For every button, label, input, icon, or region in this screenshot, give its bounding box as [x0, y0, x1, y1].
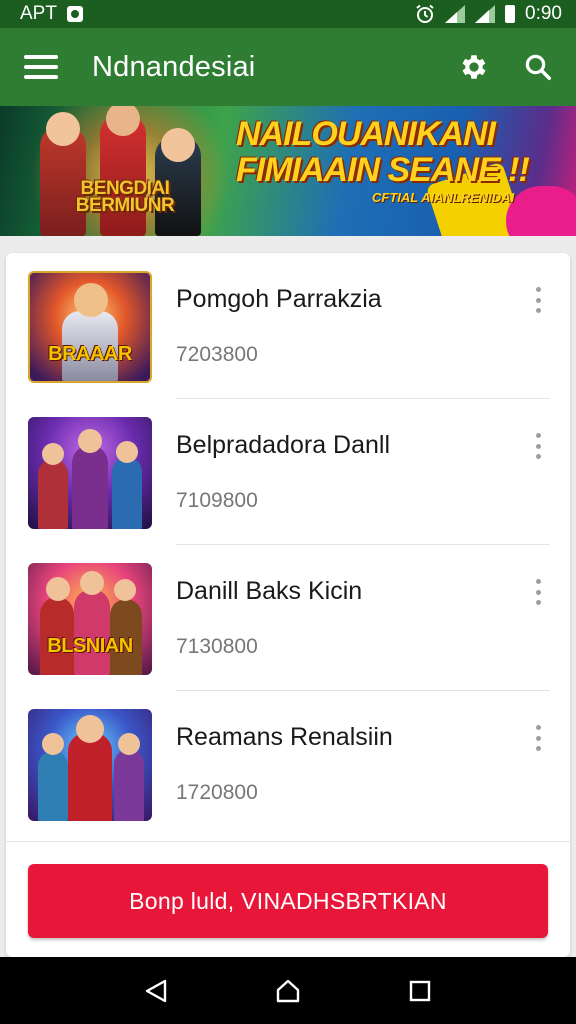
search-icon	[525, 54, 551, 80]
recents-button[interactable]	[400, 971, 440, 1011]
item-title: Belpradadora Danll	[176, 431, 391, 459]
back-button[interactable]	[136, 971, 176, 1011]
banner-decoration	[506, 186, 576, 236]
thumbnail-logo: BRAAAR	[48, 343, 132, 365]
item-subtitle: 7109800	[176, 489, 258, 512]
game-thumbnail	[28, 417, 152, 529]
banner-headline: NAILOUANIKANI FIMIAAIN SEANE !!	[236, 115, 530, 189]
primary-action-button[interactable]: Bonp luld, VINADHSBRTKIAN	[28, 864, 548, 938]
game-thumbnail	[28, 709, 152, 821]
carrier-label: APT	[20, 3, 57, 24]
item-title: Pomgoh Parrakzia	[176, 285, 382, 313]
search-button[interactable]	[520, 49, 556, 85]
status-left: APT	[20, 3, 83, 25]
item-subtitle: 1720800	[176, 781, 258, 804]
list-item[interactable]: Reamans Renalsiin 1720800	[6, 691, 570, 837]
recents-icon	[409, 980, 431, 1001]
navigation-bar	[0, 957, 576, 1024]
game-thumbnail: BLSNIAN	[28, 563, 152, 675]
app-bar: Ndnandesiai	[0, 28, 576, 106]
banner-character-head	[46, 112, 80, 146]
app-bar-actions	[456, 49, 556, 85]
list-item[interactable]: BRAAAR Pomgoh Parrakzia 7203800	[6, 253, 570, 399]
thumbnail-logo: BLSNIAN	[47, 635, 133, 657]
settings-button[interactable]	[456, 49, 492, 85]
list-item[interactable]: BLSNIAN Danill Baks Kicin 7130800	[6, 545, 570, 691]
app-notification-icon	[66, 6, 83, 22]
signal-icon	[445, 5, 466, 23]
game-list-card: BRAAAR Pomgoh Parrakzia 7203800 Belprada…	[6, 253, 570, 957]
banner-character-head	[161, 128, 195, 162]
battery-icon	[505, 5, 516, 23]
item-title: Danill Baks Kicin	[176, 577, 363, 605]
clock: 0:90	[525, 3, 562, 24]
back-icon	[145, 979, 167, 1002]
home-button[interactable]	[268, 971, 308, 1011]
item-subtitle: 7203800	[176, 343, 258, 366]
menu-icon[interactable]	[24, 50, 58, 84]
app-title: Ndnandesiai	[92, 50, 256, 83]
banner-subtext: CFTIAL AIANLRENIDAI	[372, 190, 515, 205]
divider	[6, 841, 570, 842]
status-bar: APT 0:90	[0, 0, 576, 28]
alarm-icon	[416, 4, 434, 23]
banner-logo: BENGDIAI BERMIUNR	[75, 178, 175, 216]
promo-banner[interactable]: BENGDIAI BERMIUNR NAILOUANIKANI FIMIAAIN…	[0, 106, 576, 236]
item-subtitle: 7130800	[176, 635, 258, 658]
settings-icon	[462, 55, 486, 79]
list-item[interactable]: Belpradadora Danll 7109800	[6, 399, 570, 545]
more-options-icon[interactable]	[528, 431, 548, 461]
item-title: Reamans Renalsiin	[176, 723, 393, 751]
home-icon	[276, 979, 300, 1002]
status-right: 0:90	[415, 3, 562, 25]
more-options-icon[interactable]	[528, 285, 548, 315]
more-options-icon[interactable]	[528, 577, 548, 607]
game-thumbnail: BRAAAR	[28, 271, 152, 383]
more-options-icon[interactable]	[528, 723, 548, 753]
signal-icon	[475, 5, 496, 23]
